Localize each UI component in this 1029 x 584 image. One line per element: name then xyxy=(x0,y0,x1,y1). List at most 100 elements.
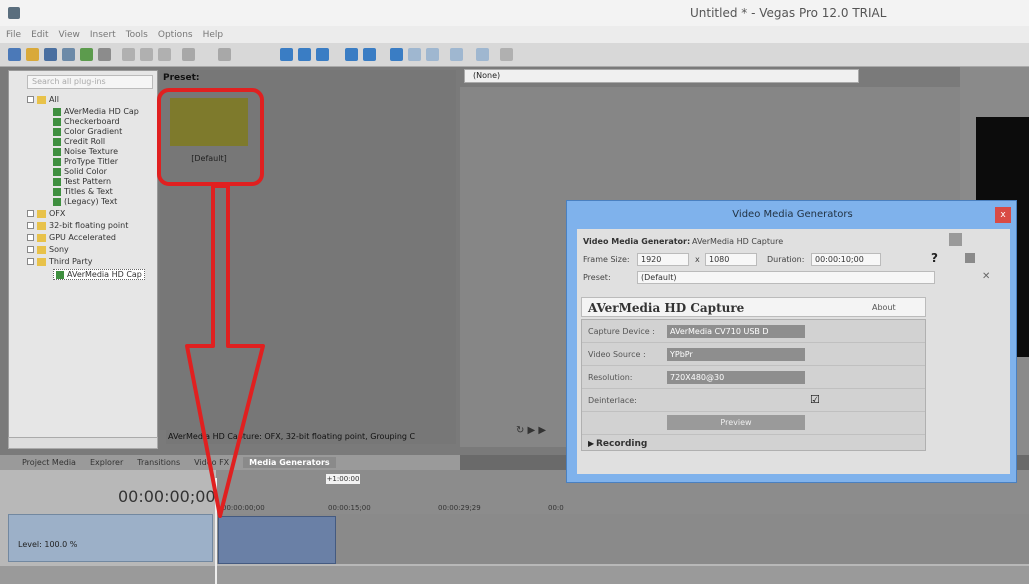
selection-tool-icon[interactable] xyxy=(316,48,329,61)
help-icon[interactable] xyxy=(500,48,513,61)
menu-help[interactable]: Help xyxy=(203,30,224,40)
tree-item-sony[interactable]: Sony xyxy=(27,245,69,254)
resolution-label: Resolution: xyxy=(588,373,633,382)
capture-device-row: Capture Device : AVerMedia CV710 USB D xyxy=(582,320,925,343)
resolution-dropdown[interactable]: 720X480@30 xyxy=(667,371,805,384)
title-bar: Untitled * - Vegas Pro 12.0 TRIAL xyxy=(0,0,1029,26)
dialog-delete-preset-icon[interactable]: ✕ xyxy=(982,271,990,282)
video-source-row: Video Source : YPbPr xyxy=(582,343,925,366)
ignore-grouping-icon[interactable] xyxy=(450,48,463,61)
cut-icon[interactable] xyxy=(122,48,135,61)
dialog-preset-label: Preset: xyxy=(583,273,611,282)
ruler-label: 00:0 xyxy=(548,504,564,512)
deinterlace-row: Deinterlace: ☑ xyxy=(582,389,925,412)
ruler-length-marker: +1:00:00 xyxy=(326,474,360,484)
help-question-icon[interactable]: ? xyxy=(931,251,938,265)
dialog-save-preset-icon[interactable] xyxy=(965,253,975,263)
tree-item-ofx[interactable]: OFX xyxy=(27,209,65,218)
menu-bar: File Edit View Insert Tools Options Help xyxy=(0,26,1029,43)
capture-device-label: Capture Device : xyxy=(588,327,655,336)
new-project-icon[interactable] xyxy=(8,48,21,61)
save-icon[interactable] xyxy=(44,48,57,61)
copy-icon[interactable] xyxy=(140,48,153,61)
preview-transport-icons[interactable]: ↻ ▶ ▶ xyxy=(516,425,546,436)
menu-options[interactable]: Options xyxy=(158,30,193,40)
recording-row: ▶ Recording xyxy=(582,433,925,456)
app-icon xyxy=(8,7,20,19)
capture-device-dropdown[interactable]: AVerMedia CV710 USB D xyxy=(667,325,805,338)
frame-x-label: x xyxy=(695,255,700,264)
tab-transitions[interactable]: Transitions xyxy=(137,458,180,467)
tree-item-32bit[interactable]: 32-bit floating point xyxy=(27,221,128,230)
tree-item-noise-texture[interactable]: Noise Texture xyxy=(53,147,118,156)
track-lane[interactable] xyxy=(216,514,1029,564)
dialog-fx-chain-icon[interactable] xyxy=(949,233,962,246)
tree-item-avermedia[interactable]: AVerMedia HD Cap xyxy=(53,107,139,116)
envelope-tool-icon[interactable] xyxy=(298,48,311,61)
menu-edit[interactable]: Edit xyxy=(31,30,48,40)
deinterlace-checkbox[interactable]: ☑ xyxy=(810,394,821,405)
save-as-icon[interactable] xyxy=(62,48,75,61)
tree-item-solid-color[interactable]: Solid Color xyxy=(53,167,107,176)
menu-insert[interactable]: Insert xyxy=(90,30,116,40)
render-icon[interactable] xyxy=(80,48,93,61)
duration-input[interactable]: 00:00:10;00 xyxy=(811,253,881,266)
video-track-header[interactable] xyxy=(8,514,213,562)
snapping-icon[interactable] xyxy=(363,48,376,61)
preset-heading: Preset: xyxy=(163,73,200,83)
tree-item-gpu[interactable]: GPU Accelerated xyxy=(27,233,116,242)
red-arrow-annotation xyxy=(185,186,265,518)
menu-view[interactable]: View xyxy=(59,30,80,40)
preview-fx-dropdown[interactable]: (None) xyxy=(464,69,859,83)
menu-tools[interactable]: Tools xyxy=(126,30,148,40)
recording-expand-icon[interactable]: ▶ xyxy=(588,439,594,448)
plugin-search-input[interactable]: Search all plug-ins xyxy=(27,75,153,89)
dialog-close-button[interactable]: x xyxy=(995,207,1011,223)
tree-item-color-gradient[interactable]: Color Gradient xyxy=(53,127,122,136)
tree-item-protype-titler[interactable]: ProType Titler xyxy=(53,157,118,166)
preview-button[interactable]: Preview xyxy=(667,415,805,430)
open-icon[interactable] xyxy=(26,48,39,61)
timeline-bottom-bar xyxy=(0,566,1029,584)
ruler-label: 00:00:29;29 xyxy=(438,504,481,512)
plugin-header: AVerMedia HD Capture About xyxy=(581,297,926,317)
resolution-row: Resolution: 720X480@30 xyxy=(582,366,925,389)
tree-item-avermedia-selected[interactable]: AVerMedia HD Cap xyxy=(53,269,145,280)
tree-item-titles-text[interactable]: Titles & Text xyxy=(53,187,113,196)
markers-icon[interactable] xyxy=(476,48,489,61)
paste-icon[interactable] xyxy=(158,48,171,61)
undo-icon[interactable] xyxy=(182,48,195,61)
tree-item-third-party[interactable]: Third Party xyxy=(27,257,92,266)
menu-file[interactable]: File xyxy=(6,30,21,40)
recording-label[interactable]: Recording xyxy=(596,439,647,449)
tab-explorer[interactable]: Explorer xyxy=(90,458,123,467)
tree-item-all[interactable]: All xyxy=(27,95,59,104)
preview-row: Preview xyxy=(582,412,925,435)
zoom-tool-icon[interactable] xyxy=(345,48,358,61)
ripple-edit-icon[interactable] xyxy=(408,48,421,61)
deinterlace-label: Deinterlace: xyxy=(588,396,637,405)
frame-width-input[interactable]: 1920 xyxy=(637,253,689,266)
about-link[interactable]: About xyxy=(872,303,896,312)
tree-horizontal-scrollbar[interactable] xyxy=(8,437,158,449)
frame-height-input[interactable]: 1080 xyxy=(705,253,757,266)
tab-project-media[interactable]: Project Media xyxy=(22,458,76,467)
main-toolbar xyxy=(0,43,1029,67)
tree-item-checkerboard[interactable]: Checkerboard xyxy=(53,117,120,126)
tree-item-test-pattern[interactable]: Test Pattern xyxy=(53,177,111,186)
redo-icon[interactable] xyxy=(218,48,231,61)
ruler-label: 00:00:15;00 xyxy=(328,504,371,512)
track-level-label: Level: 100.0 % xyxy=(18,540,78,549)
auto-crossfade-icon[interactable] xyxy=(390,48,403,61)
red-arrow-shape xyxy=(185,186,265,518)
video-source-dropdown[interactable]: YPbPr xyxy=(667,348,805,361)
dialog-body: Video Media Generator: AVerMedia HD Capt… xyxy=(577,229,1010,474)
lock-envelopes-icon[interactable] xyxy=(426,48,439,61)
tree-item-credit-roll[interactable]: Credit Roll xyxy=(53,137,105,146)
media-event[interactable] xyxy=(218,516,336,564)
video-source-label: Video Source : xyxy=(588,350,646,359)
dialog-preset-dropdown[interactable]: (Default) xyxy=(637,271,935,284)
properties-icon[interactable] xyxy=(98,48,111,61)
tree-item-legacy-text[interactable]: (Legacy) Text xyxy=(53,197,117,206)
edit-tool-icon[interactable] xyxy=(280,48,293,61)
